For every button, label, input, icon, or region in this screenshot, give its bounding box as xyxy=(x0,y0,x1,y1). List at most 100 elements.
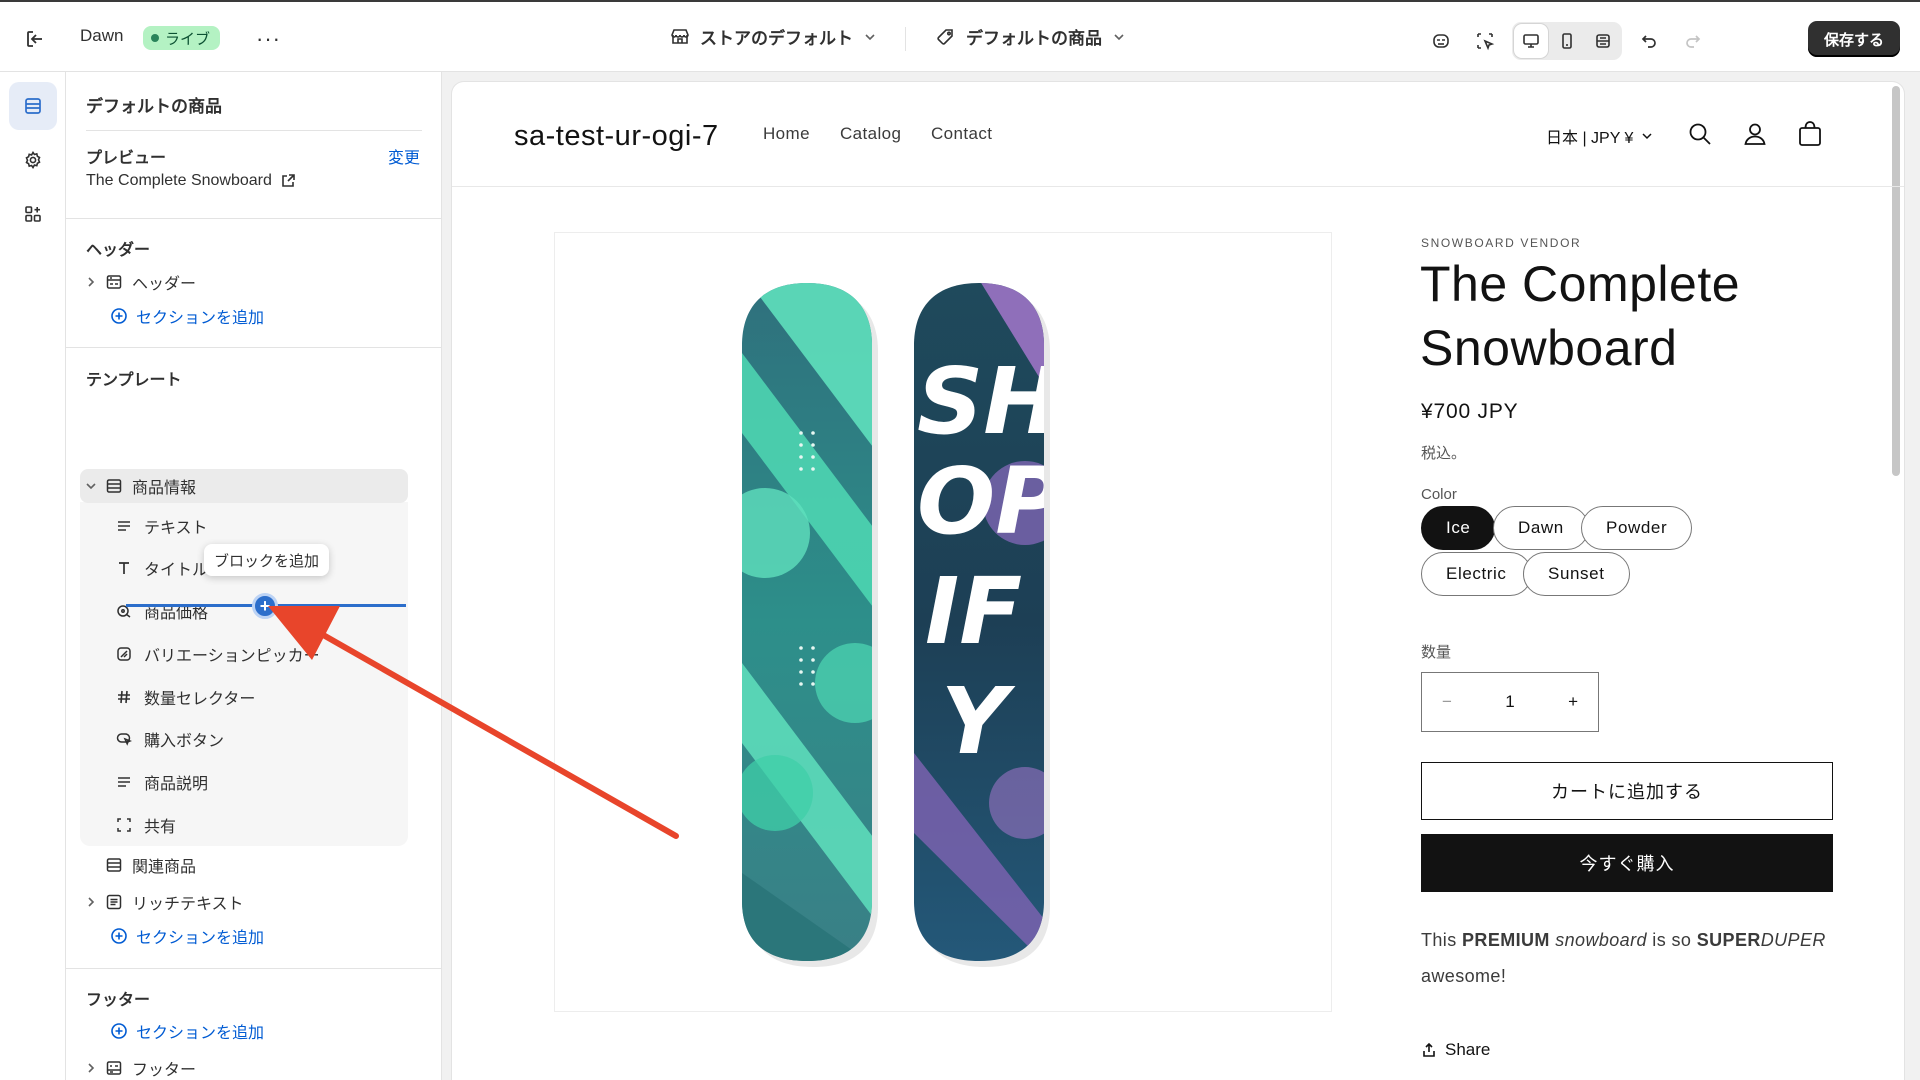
quantity-decrease-button[interactable]: − xyxy=(1442,692,1452,712)
preview-product-link[interactable]: The Complete Snowboard xyxy=(86,172,296,190)
chevron-down-icon xyxy=(1114,33,1124,40)
add-to-cart-button[interactable]: カートに追加する xyxy=(1421,762,1833,820)
share-label: Share xyxy=(1445,1040,1491,1059)
block-label: テキスト xyxy=(144,520,208,537)
block-share[interactable]: 共有 xyxy=(114,808,176,842)
color-swatch-electric[interactable]: Electric xyxy=(1421,552,1532,596)
change-preview-link[interactable]: 変更 xyxy=(388,144,420,168)
block-price[interactable]: 商品価格 xyxy=(114,594,208,628)
block-variant-picker[interactable]: バリエーションピッカー xyxy=(114,637,320,671)
nav-link-catalog[interactable]: Catalog xyxy=(840,124,901,144)
header-section-icon xyxy=(102,273,126,291)
add-section-label: セクションを追加 xyxy=(136,930,265,947)
section-header[interactable]: ヘッダー xyxy=(80,265,196,299)
sidebar-title: デフォルトの商品 xyxy=(86,97,222,116)
section-rich-text[interactable]: リッチテキスト xyxy=(80,885,244,919)
fullscreen-view-icon[interactable] xyxy=(1586,24,1620,58)
chevron-right-icon[interactable] xyxy=(80,896,102,908)
section-label: リッチテキスト xyxy=(132,896,244,913)
inspector-cursor-icon[interactable] xyxy=(1468,24,1502,58)
chevron-down-icon xyxy=(1642,133,1652,140)
block-text[interactable]: テキスト xyxy=(114,509,208,543)
section-product-information[interactable]: 商品情報 xyxy=(80,469,408,503)
theme-settings-tab[interactable] xyxy=(9,136,57,184)
block-label: バリエーションピッカー xyxy=(144,648,320,665)
storefront-preview: sa-test-ur-ogi-7 Home Catalog Contact 日本… xyxy=(452,82,1904,1080)
undo-icon[interactable] xyxy=(1632,24,1666,58)
more-actions-button[interactable]: ··· xyxy=(256,26,281,52)
chevron-right-icon[interactable] xyxy=(80,1062,102,1074)
store-context-selector[interactable]: ストアのデフォルト xyxy=(670,24,877,49)
quantity-increase-button[interactable]: + xyxy=(1568,692,1578,712)
account-icon[interactable] xyxy=(1737,116,1773,152)
share-button[interactable]: Share xyxy=(1421,1040,1490,1060)
color-swatch-dawn[interactable]: Dawn xyxy=(1493,506,1589,550)
template-group-heading: テンプレート xyxy=(86,372,182,389)
block-quantity-selector[interactable]: 数量セレクター xyxy=(114,680,255,714)
hash-icon xyxy=(114,689,134,705)
mobile-view-icon[interactable] xyxy=(1550,24,1584,58)
color-swatch-powder[interactable]: Powder xyxy=(1581,506,1693,550)
store-logo[interactable]: sa-test-ur-ogi-7 xyxy=(514,120,719,153)
section-footer[interactable]: フッター xyxy=(80,1051,196,1080)
text-lines-icon xyxy=(114,774,134,790)
rich-text-icon xyxy=(102,893,126,911)
chevron-down-icon xyxy=(865,33,875,40)
tax-note: 税込。 xyxy=(1421,445,1467,462)
top-bar: Dawn ライブ ··· ストアのデフォルト デフォルトの商品 保存する xyxy=(0,0,1920,72)
share-icon xyxy=(1423,1042,1435,1057)
snowboard-image: SH OP IF Y xyxy=(742,283,1063,967)
block-label: 数量セレクター xyxy=(144,691,256,708)
search-icon[interactable] xyxy=(1682,116,1718,152)
color-swatch-ice[interactable]: Ice xyxy=(1421,506,1496,550)
block-label: 購入ボタン xyxy=(144,733,225,750)
preview-scrollbar[interactable] xyxy=(1892,86,1900,476)
locale-selector[interactable]: 日本 | JPY ¥ xyxy=(1546,124,1653,148)
exit-icon[interactable] xyxy=(20,24,50,54)
chevron-down-icon[interactable] xyxy=(80,480,102,492)
block-title[interactable]: タイトル xyxy=(114,551,208,585)
live-status-badge: ライブ xyxy=(143,26,221,50)
quantity-input[interactable]: 1 xyxy=(1505,692,1514,712)
editor-rail xyxy=(0,72,66,1080)
header-divider xyxy=(452,186,1904,187)
add-section-button[interactable]: セクションを追加 xyxy=(110,1019,264,1043)
nav-link-home[interactable]: Home xyxy=(763,124,810,144)
block-buy-buttons[interactable]: 購入ボタン xyxy=(114,722,224,756)
plus-circle-icon xyxy=(111,928,127,944)
store-context-label: ストアのデフォルト xyxy=(700,29,853,48)
product-price: ¥700 JPY xyxy=(1421,400,1519,423)
sidekick-icon[interactable] xyxy=(1424,24,1458,58)
template-selector[interactable]: デフォルトの商品 xyxy=(936,24,1126,49)
save-button[interactable]: 保存する xyxy=(1807,21,1900,57)
buy-now-button[interactable]: 今すぐ購入 xyxy=(1421,834,1833,892)
product-title: The Complete Snowboard xyxy=(1420,256,1741,376)
nav-link-contact[interactable]: Contact xyxy=(931,124,992,144)
block-description[interactable]: 商品説明 xyxy=(114,765,208,799)
add-section-button[interactable]: セクションを追加 xyxy=(110,304,264,328)
section-related-products[interactable]: 関連商品 xyxy=(80,848,196,882)
quantity-stepper: − 1 + xyxy=(1421,672,1599,732)
block-label: 共有 xyxy=(144,819,177,836)
svg-text:OP: OP xyxy=(917,448,1063,555)
chevron-right-icon[interactable] xyxy=(80,276,102,288)
redo-icon[interactable] xyxy=(1676,24,1710,58)
block-label: タイトル xyxy=(144,562,209,579)
store-icon xyxy=(671,28,689,44)
add-block-plus-button[interactable]: + xyxy=(252,593,278,619)
sections-tab[interactable] xyxy=(9,82,57,130)
product-media[interactable]: SH OP IF Y xyxy=(554,232,1332,1012)
text-lines-icon xyxy=(114,518,134,534)
color-swatch-sunset[interactable]: Sunset xyxy=(1523,552,1630,596)
gear-icon xyxy=(25,151,41,169)
buy-button-icon xyxy=(114,731,134,747)
viewport-toggle-group xyxy=(1512,22,1622,60)
desktop-view-icon[interactable] xyxy=(1514,24,1548,58)
add-section-button[interactable]: セクションを追加 xyxy=(110,924,264,948)
cart-icon[interactable] xyxy=(1792,116,1828,152)
template-selector-label: デフォルトの商品 xyxy=(966,29,1102,48)
footer-section-icon xyxy=(102,1059,126,1077)
apps-tab[interactable] xyxy=(9,190,57,238)
header-group-heading: ヘッダー xyxy=(86,242,151,259)
main-product-icon xyxy=(102,477,126,495)
